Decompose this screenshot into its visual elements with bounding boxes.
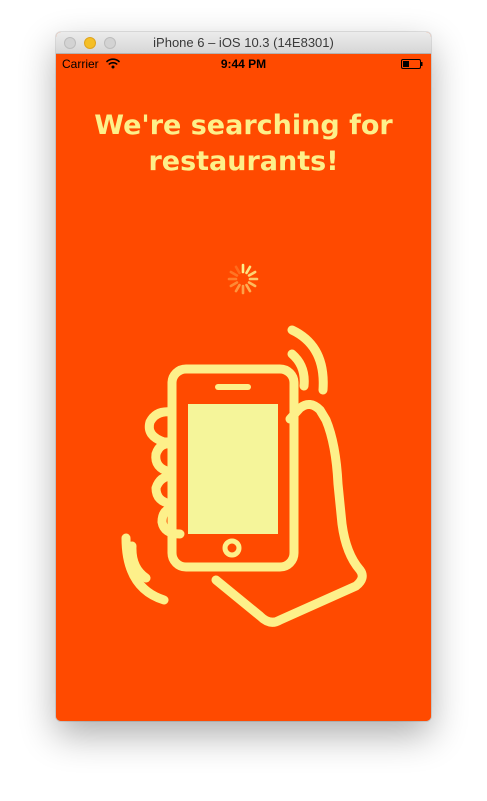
status-time: 9:44 PM: [220, 57, 267, 71]
hand-holding-vibrating-phone-icon: [121, 325, 367, 627]
battery-icon: [401, 59, 423, 69]
window-title: iPhone 6 – iOS 10.3 (14E8301): [153, 35, 334, 50]
simulator-window: iPhone 6 – iOS 10.3 (14E8301) Carrier 9:…: [56, 32, 431, 721]
searching-headline: We're searching for restaurants!: [94, 110, 393, 177]
status-bar: Carrier 9:44 PM: [56, 54, 431, 74]
title-bar[interactable]: iPhone 6 – iOS 10.3 (14E8301): [56, 32, 431, 54]
activity-spinner-icon: [227, 263, 259, 295]
app-screen: Carrier 9:44 PM We're searching for rest…: [56, 54, 431, 721]
